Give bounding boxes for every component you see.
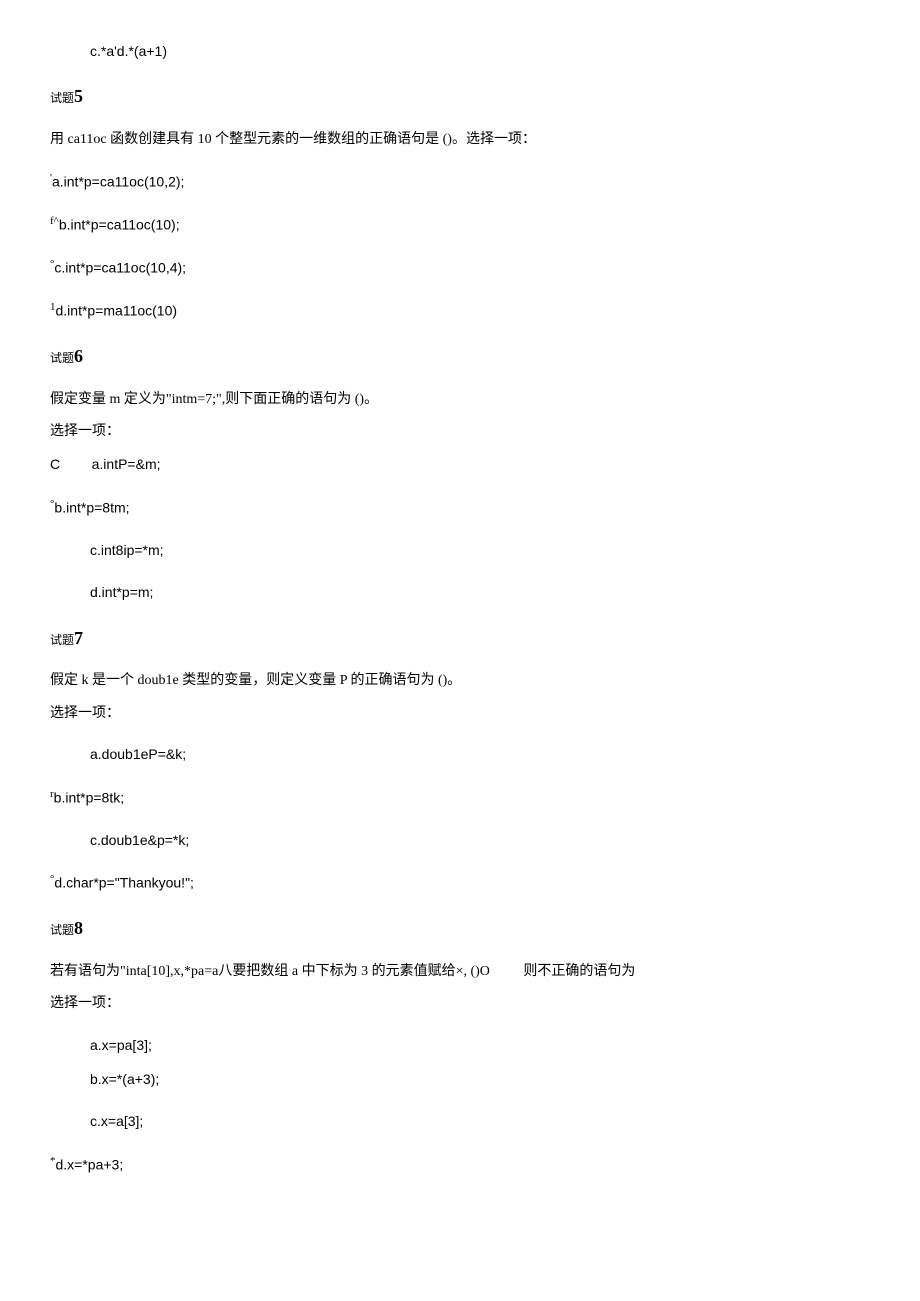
q8-header: 试题8 xyxy=(50,914,870,943)
q6-a-text: a.intP=&m; xyxy=(92,456,161,472)
q5-header-label: 试题 xyxy=(50,91,74,105)
q4-option-c: c.*a'd.*(a+1) xyxy=(50,40,870,64)
q8-a-text: a.x=pa[3]; xyxy=(90,1037,152,1053)
q7-prompt1-text: 假定 k 是一个 doub1e 类型的变量，则定义变量 P 的正确语句为 ()。 xyxy=(50,673,461,688)
q5-prompt-text: 用 ca11oc 函数创建具有 10 个整型元素的一维数组的正确语句是 ()。选… xyxy=(50,132,536,147)
q6-option-a-row: C a.intP=&m; xyxy=(50,453,870,477)
q6-option-b: °b.int*p=8tm; xyxy=(50,496,870,521)
q6-option-d: d.int*p=m; xyxy=(50,581,870,605)
q7-header: 试题7 xyxy=(50,624,870,653)
q5-option-a: 'a.int*p=ca11oc(10,2); xyxy=(50,170,870,195)
q5-a-text: a.int*p=ca11oc(10,2); xyxy=(52,173,184,189)
q6-c-text: c.int8ip=*m; xyxy=(90,542,164,558)
q7-header-label: 试题 xyxy=(50,633,74,647)
q8-prompt-right: 则不正确的语句为 xyxy=(523,964,635,979)
q7-header-num: 7 xyxy=(74,628,83,648)
q8-option-b: b.x=*(a+3); xyxy=(50,1068,870,1092)
q6-option-c: c.int8ip=*m; xyxy=(50,539,870,563)
q5-b-text: b.int*p=ca11oc(10); xyxy=(59,216,180,232)
q5-prompt: 用 ca11oc 函数创建具有 10 个整型元素的一维数组的正确语句是 ()。选… xyxy=(50,129,870,151)
q7-option-c: c.doub1e&p=*k; xyxy=(50,829,870,853)
q4-option-c-text: c.*a'd.*(a+1) xyxy=(90,43,167,59)
q6-option-a: a.intP=&m; xyxy=(64,453,161,477)
q8-c-text: c.x=a[3]; xyxy=(90,1113,143,1129)
q7-option-b: rb.int*p=8tk; xyxy=(50,786,870,811)
q8-prompt1: 若有语句为"inta[10],x,*pa=a八要把数组 a 中下标为 3 的元素… xyxy=(50,961,870,983)
q7-c-text: c.doub1e&p=*k; xyxy=(90,832,189,848)
q8-d-text: d.x=*pa+3; xyxy=(56,1156,124,1172)
q6-b-text: b.int*p=8tm; xyxy=(54,499,129,515)
q8-header-num: 8 xyxy=(74,918,83,938)
q5-option-c: °c.int*p=ca11oc(10,4); xyxy=(50,256,870,281)
q6-header: 试题6 xyxy=(50,342,870,371)
q7-b-text: b.int*p=8tk; xyxy=(54,789,124,805)
q6-header-num: 6 xyxy=(74,346,83,366)
q6-d-text: d.int*p=m; xyxy=(90,584,153,600)
q5-header-num: 5 xyxy=(74,86,83,106)
q8-option-c: c.x=a[3]; xyxy=(50,1110,870,1134)
q8-prompt2-text: 选择一项： xyxy=(50,996,120,1011)
q5-d-text: d.int*p=ma11oc(10) xyxy=(56,302,178,318)
q7-a-text: a.doub1eP=&k; xyxy=(90,746,186,762)
q8-b-text: b.x=*(a+3); xyxy=(90,1071,159,1087)
q7-d-text: d.char*p="Thankyou!"; xyxy=(54,875,194,891)
q8-option-a: a.x=pa[3]; xyxy=(50,1034,870,1058)
q7-prompt1: 假定 k 是一个 doub1e 类型的变量，则定义变量 P 的正确语句为 ()。 xyxy=(50,670,870,692)
q5-option-d: 1d.int*p=ma11oc(10) xyxy=(50,299,870,324)
q6-prompt1-text: 假定变量 m 定义为"intm=7;",则下面正确的语句为 ()。 xyxy=(50,392,378,407)
q7-prompt2-text: 选择一项： xyxy=(50,706,120,721)
q6-header-label: 试题 xyxy=(50,351,74,365)
q5-b-prefix: f^ xyxy=(50,215,59,227)
q6-prompt2: 选择一项： xyxy=(50,421,870,443)
q8-prompt2: 选择一项： xyxy=(50,993,870,1015)
q8-prompt-left: 若有语句为"inta[10],x,*pa=a八要把数组 a 中下标为 3 的元素… xyxy=(50,964,490,979)
q5-option-b: f^b.int*p=ca11oc(10); xyxy=(50,213,870,238)
q7-option-a: a.doub1eP=&k; xyxy=(50,743,870,767)
q7-prompt2: 选择一项： xyxy=(50,703,870,725)
q8-header-label: 试题 xyxy=(50,923,74,937)
q6-prompt1: 假定变量 m 定义为"intm=7;",则下面正确的语句为 ()。 xyxy=(50,389,870,411)
q8-option-d: *d.x=*pa+3; xyxy=(50,1153,870,1178)
q6-prompt2-text: 选择一项： xyxy=(50,424,120,439)
q5-c-text: c.int*p=ca11oc(10,4); xyxy=(54,259,186,275)
q7-option-d: °d.char*p="Thankyou!"; xyxy=(50,871,870,896)
q6-c-marker: C xyxy=(50,453,60,475)
q5-header: 试题5 xyxy=(50,82,870,111)
